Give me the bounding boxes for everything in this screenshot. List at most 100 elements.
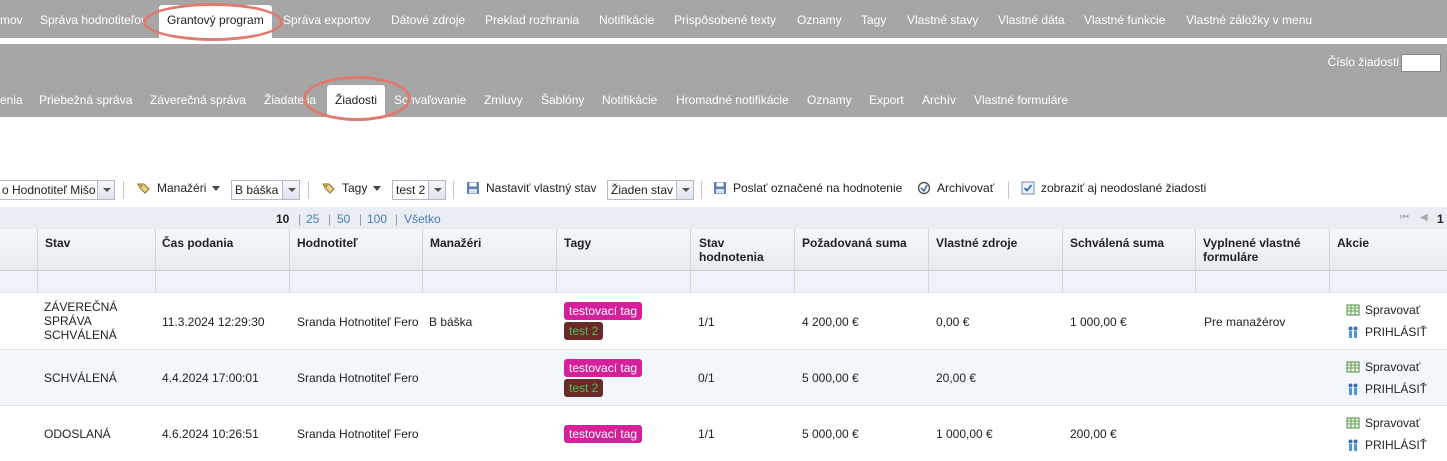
set-status-button[interactable]: Nastaviť vlastný stav [466,181,597,195]
cell-tagy: testovací tag test 2 [564,359,643,397]
header-stav-hodnotenia-line1: Stav [699,236,725,250]
sub-nav: Číslo žiadosti enia Priebežná správa Záv… [0,44,1447,117]
current-page: 1 [1437,212,1444,226]
archive-icon [917,181,931,195]
manage-button[interactable]: Spravovať [1346,416,1420,430]
tag-icon [137,183,150,194]
evaluator-filter-value: o Hodnotiteľ Mišo [2,183,96,197]
top-nav-item-grantovy-program[interactable]: Grantový program [159,5,272,38]
page-size-all[interactable]: Všetko [404,212,441,226]
top-nav-item-preklad-rozhrania[interactable]: Preklad rozhrania [485,13,579,27]
login-label: PRIHLÁSIŤ [1365,382,1428,396]
sub-nav-item-notifikacie[interactable]: Notifikácie [602,93,657,107]
top-nav-item-notifikacie[interactable]: Notifikácie [599,13,654,27]
checkbox-checked-icon[interactable] [1021,181,1035,195]
top-nav-item-vlastne-funkcie[interactable]: Vlastné funkcie [1084,13,1165,27]
status-value: Žiaden stav [611,183,674,197]
managers-select[interactable]: B báška [231,180,300,200]
table-row[interactable]: ZÁVEREČNÁ SPRÁVA SCHVÁLENÁ 11.3.2024 12:… [0,293,1447,350]
application-number-input[interactable] [1401,54,1441,72]
top-nav-item-prisposobene-texty[interactable]: Prispôsobené texty [674,13,776,27]
tags-menu-button[interactable]: Tagy [322,181,382,195]
page-size-100[interactable]: 100 [367,212,387,226]
managers-label: Manažéri [157,181,207,195]
sub-nav-item-schvalovanie[interactable]: Schvaľovanie [394,93,466,107]
sub-nav-item-ziadatelia[interactable]: Žiadatelia [264,93,316,107]
cell-pozadovana-suma: 4 200,00 € [802,315,859,329]
top-nav-item-sprava-exportov[interactable]: Správa exportov [283,13,370,27]
pager-divider: | [395,212,399,226]
evaluator-filter-select[interactable]: o Hodnotiteľ Mišo [0,180,115,200]
sub-nav-item-zmluvy[interactable]: Zmluvy [484,93,523,107]
header-vyplnene-formulare[interactable]: Vyplnené vlastné formuláre [1203,236,1301,264]
save-icon [714,182,726,194]
show-unsent-label: zobraziť aj neodoslané žiadosti [1041,181,1207,195]
top-nav-item-oznamy[interactable]: Oznamy [797,13,842,27]
chevron-down-icon[interactable] [676,181,693,199]
table-row[interactable]: ODOSLANÁ 4.6.2024 10:26:51 Sranda Hotnot… [0,406,1447,461]
managers-menu-button[interactable]: Manažéri [137,181,221,195]
table-row[interactable]: SCHVÁLENÁ 4.4.2024 17:00:01 Sranda Hotno… [0,350,1447,406]
first-page-icon[interactable]: ⏮ [1400,212,1409,223]
login-button[interactable]: PRIHLÁSIŤ [1346,438,1427,452]
header-schvalena-suma[interactable]: Schválená suma [1070,236,1164,250]
sub-nav-item-sablony[interactable]: Šablóny [541,93,584,107]
page-size-50[interactable]: 50 [337,212,350,226]
caret-down-icon [212,185,221,191]
login-button[interactable]: PRIHLÁSIŤ [1346,382,1427,396]
top-nav-item-datove-zdroje[interactable]: Dátové zdroje [391,13,465,27]
cell-schvalena-suma: 200,00 € [1070,427,1117,441]
tag-badge: testovací tag [564,359,643,377]
send-for-evaluation-button[interactable]: Poslať označené na hodnotenie [713,181,902,195]
sub-nav-item-zaverecna-sprava[interactable]: Záverečná správa [150,93,246,107]
sub-nav-item-oznamy[interactable]: Oznamy [807,93,852,107]
tags-select[interactable]: test 2 [392,180,446,200]
header-vlastne-zdroje[interactable]: Vlastné zdroje [936,236,1017,250]
cell-cas-podania: 4.4.2024 17:00:01 [162,371,259,385]
header-stav-hodnotenia[interactable]: Stav hodnotenia [699,236,764,264]
status-line: SPRÁVA [44,314,92,328]
status-select[interactable]: Žiaden stav [607,180,694,200]
top-nav-item-vlastne-data[interactable]: Vlastné dáta [998,13,1065,27]
header-manazeri[interactable]: Manažéri [430,236,481,250]
table-icon [1346,304,1360,316]
tag-badge: testovací tag [564,425,643,443]
page-size-10[interactable]: 10 [276,212,289,226]
manage-button[interactable]: Spravovať [1346,360,1420,374]
sub-nav-item-export[interactable]: Export [869,93,904,107]
sub-nav-item-priebezna-sprava[interactable]: Priebežná správa [39,93,132,107]
header-pozadovana-suma[interactable]: Požadovaná suma [802,236,907,250]
header-cas-podania[interactable]: Čas podania [162,236,233,250]
top-nav-item-sprava-hodnotitelov[interactable]: Správa hodnotiteľov [40,13,147,27]
top-nav-item-vlastne-stavy[interactable]: Vlastné stavy [907,13,978,27]
header-stav[interactable]: Stav [45,236,70,250]
top-nav-item-mov[interactable]: mov [0,13,23,27]
cell-stav: SCHVÁLENÁ [44,371,117,385]
top-nav-item-vlastne-zalozky[interactable]: Vlastné záložky v menu [1186,13,1312,27]
status-line: ODOSLANÁ [44,427,111,441]
tags-label: Tagy [342,181,368,195]
sub-nav-item-ziadosti[interactable]: Žiadosti [327,85,386,117]
header-tagy[interactable]: Tagy [564,236,591,250]
chevron-down-icon[interactable] [428,181,445,199]
top-nav-item-tagy[interactable]: Tagy [861,13,886,27]
sub-nav-item-archiv[interactable]: Archív [922,93,956,107]
login-button[interactable]: PRIHLÁSIŤ [1346,325,1427,339]
show-unsent-toggle[interactable]: zobraziť aj neodoslané žiadosti [1021,181,1206,195]
toolbar-separator [453,181,454,199]
sub-nav-item-hromadne-notifikacie[interactable]: Hromadné notifikácie [676,93,789,107]
chevron-down-icon[interactable] [97,181,114,199]
toolbar-separator [701,181,702,199]
page-size-25[interactable]: 25 [306,212,319,226]
manage-button[interactable]: Spravovať [1346,303,1420,317]
manage-label: Spravovať [1365,303,1421,317]
chevron-down-icon[interactable] [282,181,299,199]
archive-button[interactable]: Archivovať [917,181,994,195]
toolbar-separator [308,181,309,199]
tag-badge: test 2 [564,322,604,340]
prev-page-icon[interactable]: ◀ [1420,212,1428,223]
sub-nav-item-enia[interactable]: enia [0,93,23,107]
sub-nav-item-vlastne-formulare[interactable]: Vlastné formuláre [974,93,1068,107]
cell-hodnotitel: Sranda Hotnotiteľ Fero [297,315,419,329]
header-hodnotitel[interactable]: Hodnotiteľ [297,236,358,250]
